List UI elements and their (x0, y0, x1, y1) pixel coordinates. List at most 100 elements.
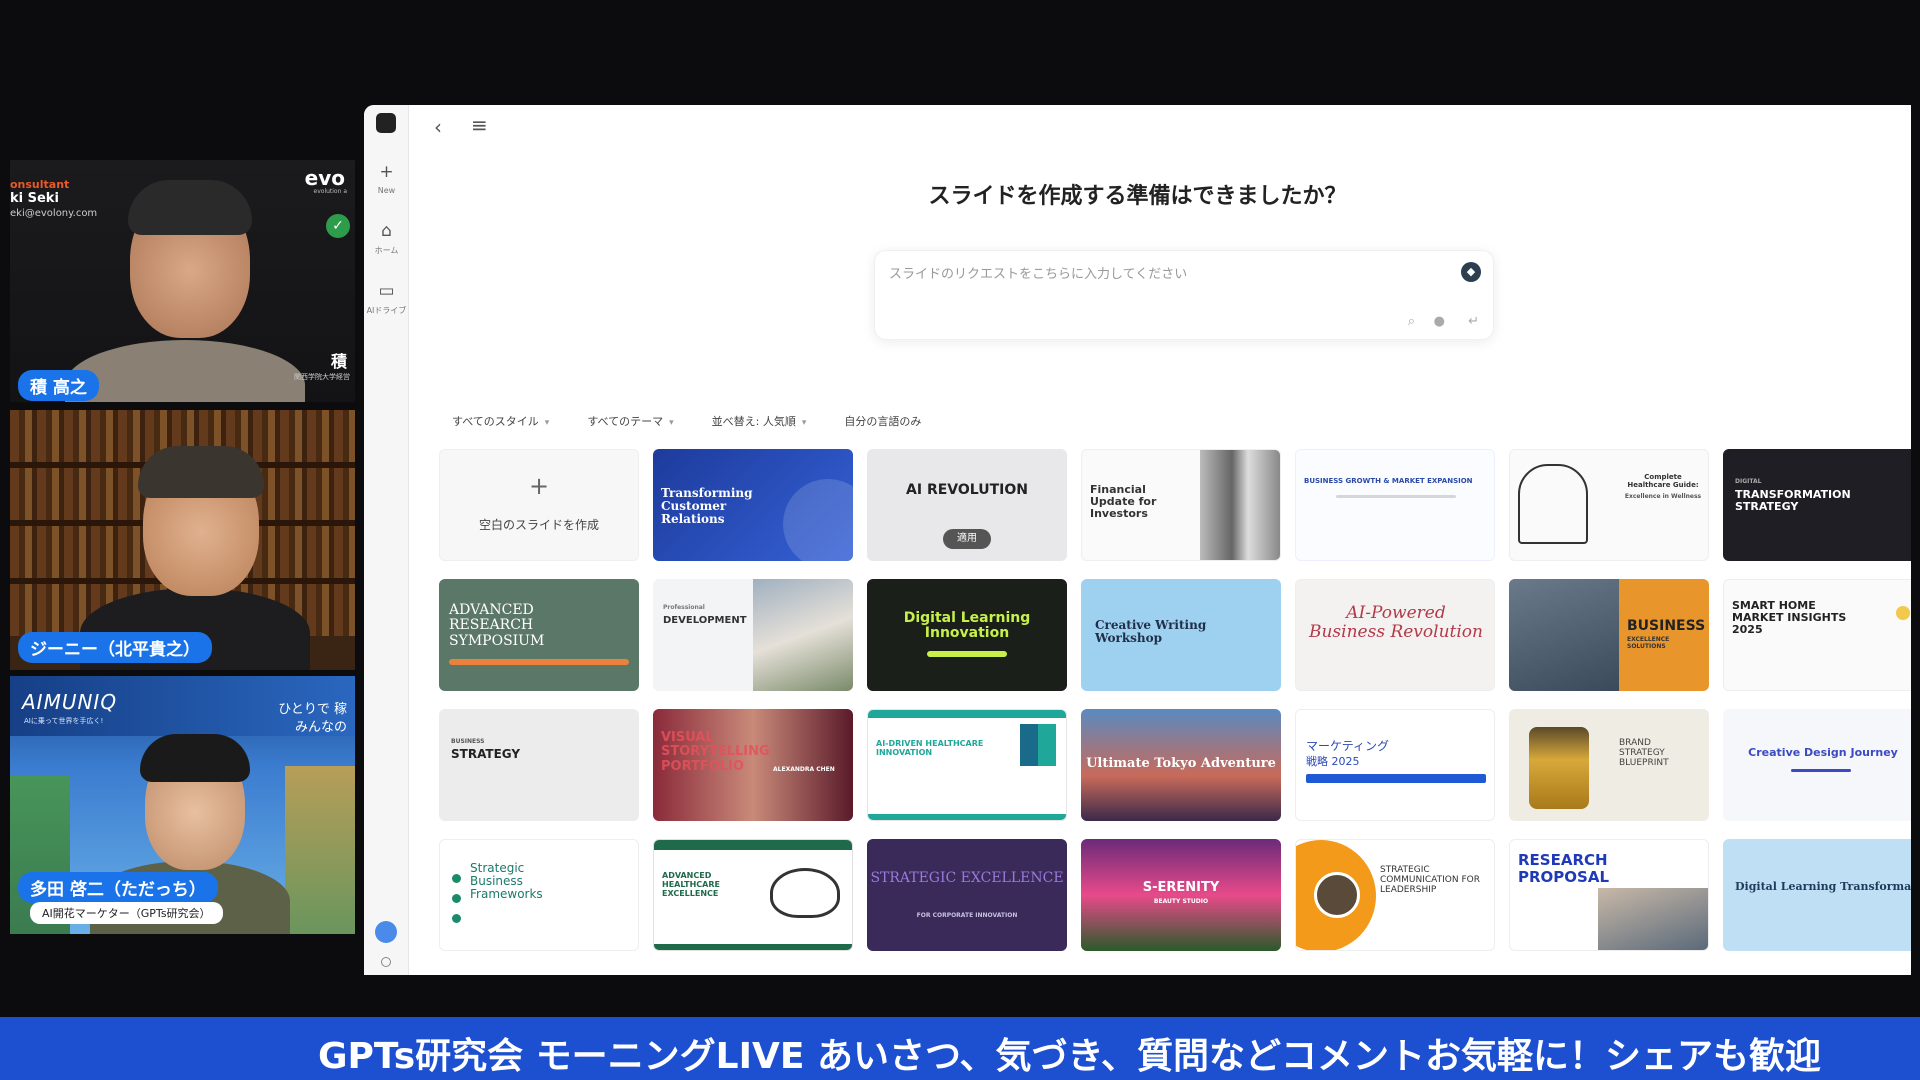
company-logo: evo (304, 166, 345, 190)
filter-bar: すべてのスタイル ▾ すべてのテーマ ▾ 並べ替え: 人気順 ▾ 自分の言語のみ (452, 413, 959, 429)
app-logo-icon[interactable] (376, 113, 396, 133)
rail-home-button[interactable]: ⌂ ホーム (364, 222, 409, 256)
bullet-dot (452, 894, 461, 903)
template-card[interactable]: BUSINESS GROWTH & MARKET EXPANSION (1295, 449, 1495, 561)
template-title: Digital Learning Innovation (903, 610, 1031, 642)
video-tile-participant-3: AIMUNIQ AIに乗って世界を手広く! ひとりで 稼 みんなの 多田 啓二（… (10, 676, 355, 934)
participant-overlay-name: ki Seki (10, 191, 59, 206)
theme-filter-label: すべてのテーマ (587, 415, 664, 428)
participant-subtitle: AI開花マーケター（GPTs研究会） (30, 902, 223, 924)
template-card[interactable]: Creative Design Journey (1723, 709, 1911, 821)
template-card[interactable]: Ultimate Tokyo Adventure (1081, 709, 1281, 821)
menu-icon[interactable]: ≡ (471, 113, 488, 137)
sort-dropdown[interactable]: 並べ替え: 人気順 ▾ (712, 413, 807, 429)
template-card[interactable]: Transforming Customer Relations (653, 449, 853, 561)
template-title: Digital Learning Transformation (1735, 880, 1911, 893)
apply-button[interactable]: 適用 (943, 529, 991, 549)
participant-email: eki@evolony.com (10, 208, 98, 219)
own-language-toggle[interactable]: 自分の言語のみ (844, 413, 921, 429)
template-subtitle: EXCELLENCE SOLUTIONS (1627, 636, 1670, 650)
template-card[interactable]: AI-DRIVEN HEALTHCARE INNOVATION (867, 709, 1067, 821)
template-card[interactable]: Strategic Business Frameworks (439, 839, 639, 951)
template-card[interactable]: STRATEGIC EXCELLENCE FOR CORPORATE INNOV… (867, 839, 1067, 951)
template-card[interactable]: Professional DEVELOPMENT (653, 579, 853, 691)
template-subtitle: BEAUTY STUDIO (1153, 898, 1209, 905)
illustration (1518, 464, 1588, 544)
side-kanji: 積 (330, 352, 347, 371)
template-title: BUSINESS GROWTH & MARKET EXPANSION (1304, 477, 1473, 485)
mic-icon[interactable]: ● (1434, 314, 1445, 329)
accent-bar (1791, 769, 1851, 772)
accent-bar (868, 710, 1066, 718)
send-icon[interactable]: ↵ (1468, 314, 1479, 329)
template-card[interactable]: ADVANCED RESEARCH SYMPOSIUM (439, 579, 639, 691)
style-filter-dropdown[interactable]: すべてのスタイル ▾ (452, 413, 549, 429)
template-card[interactable]: S-ERENITY BEAUTY STUDIO (1081, 839, 1281, 951)
template-title: RESEARCH PROPOSAL (1518, 851, 1610, 886)
slides-app-window: + New ⌂ ホーム ▭ AIドライブ ‹ ≡ スライドを作成する準備はできま… (364, 105, 1911, 975)
chevron-down-icon: ▾ (669, 418, 674, 428)
folder-icon: ▭ (378, 281, 395, 301)
banner-slogan-1: ひとりで 稼 (278, 702, 347, 717)
accent-bar (1306, 774, 1486, 783)
template-card-hovered[interactable]: AI REVOLUTION 適用 (867, 449, 1067, 561)
template-title: STRATEGY (451, 747, 521, 761)
bullet-dot (452, 874, 461, 883)
attach-icon[interactable]: ⌕ (1408, 314, 1415, 329)
template-card[interactable]: Financial Update for Investors (1081, 449, 1281, 561)
decor-squares (1020, 724, 1056, 766)
rail-drive-label: AIドライブ (366, 306, 407, 315)
template-card[interactable]: マーケティング 戦略 2025 (1295, 709, 1495, 821)
bullet-dot (452, 914, 461, 923)
video-tile-participant-2: ジーニー（北平貴之） (10, 410, 355, 670)
page-title: スライドを作成する準備はできましたか？ (928, 184, 1347, 209)
template-card[interactable]: STRATEGIC COMMUNICATION FOR LEADERSHIP (1295, 839, 1495, 951)
template-card[interactable]: RESEARCH PROPOSAL (1509, 839, 1709, 951)
ai-model-icon[interactable]: ◆ (1461, 262, 1481, 282)
back-chevron-icon[interactable]: ‹ (434, 115, 442, 139)
template-subtitle: FOR CORPORATE INNOVATION (916, 912, 1018, 919)
meeting-photo (1509, 579, 1619, 691)
theme-filter-dropdown[interactable]: すべてのテーマ ▾ (587, 413, 673, 429)
template-kicker: Professional (663, 604, 705, 611)
template-card[interactable]: BUSINESS EXCELLENCE SOLUTIONS (1509, 579, 1709, 691)
template-kicker: DIGITAL (1735, 478, 1762, 485)
template-card[interactable]: BUSINESS STRATEGY (439, 709, 639, 821)
slide-request-input[interactable]: スライドのリクエストをこちらに入力してください ◆ ⌕ ● ↵ (874, 250, 1494, 340)
template-card[interactable]: DIGITAL TRANSFORMATION STRATEGY (1723, 449, 1911, 561)
template-card[interactable]: Digital Learning Transformation (1723, 839, 1911, 951)
settings-icon[interactable] (381, 957, 391, 967)
create-blank-label: 空白のスライドを作成 (478, 518, 599, 532)
template-title: S-ERENITY (1142, 880, 1220, 895)
rail-drive-button[interactable]: ▭ AIドライブ (364, 282, 409, 316)
template-card[interactable]: Complete Healthcare Guide: Excellence in… (1509, 449, 1709, 561)
template-title: AI REVOLUTION (906, 482, 1028, 498)
template-title: TRANSFORMATION STRATEGY (1735, 488, 1851, 514)
template-title: Strategic Business Frameworks (470, 861, 543, 902)
user-avatar[interactable] (375, 921, 397, 943)
template-title: AI-Powered Business Revolution (1308, 603, 1483, 642)
decor-dot (1896, 606, 1910, 620)
template-title: DEVELOPMENT (663, 615, 747, 626)
template-subtitle: ALEXANDRA CHEN (773, 766, 835, 773)
template-card[interactable]: Creative Writing Workshop (1081, 579, 1281, 691)
left-rail: + New ⌂ ホーム ▭ AIドライブ (364, 105, 409, 975)
template-title: Transforming Customer Relations (661, 486, 753, 527)
template-title: マーケティング (1306, 739, 1390, 753)
template-title: Financial Update for Investors (1090, 483, 1157, 521)
tree-decoration (285, 766, 355, 934)
template-card[interactable]: BRAND STRATEGY BLUEPRINT (1509, 709, 1709, 821)
accent-bar (654, 840, 852, 850)
template-card[interactable]: ADVANCED HEALTHCARE EXCELLENCE (653, 839, 853, 951)
stethoscope-illustration (770, 868, 840, 918)
chevron-down-icon: ▾ (801, 418, 807, 428)
rail-home-label: ホーム (374, 246, 399, 255)
template-card[interactable]: Digital Learning Innovation (867, 579, 1067, 691)
template-card[interactable]: SMART HOME MARKET INSIGHTS 2025 (1723, 579, 1911, 691)
create-blank-card[interactable]: + 空白のスライドを作成 (439, 449, 639, 561)
template-card[interactable]: VISUAL STORYTELLING PORTFOLIO ALEXANDRA … (653, 709, 853, 821)
accent-bar (927, 651, 1007, 657)
decor-circle (783, 479, 853, 561)
plus-icon: + (528, 472, 550, 500)
template-card[interactable]: AI-Powered Business Revolution (1295, 579, 1495, 691)
